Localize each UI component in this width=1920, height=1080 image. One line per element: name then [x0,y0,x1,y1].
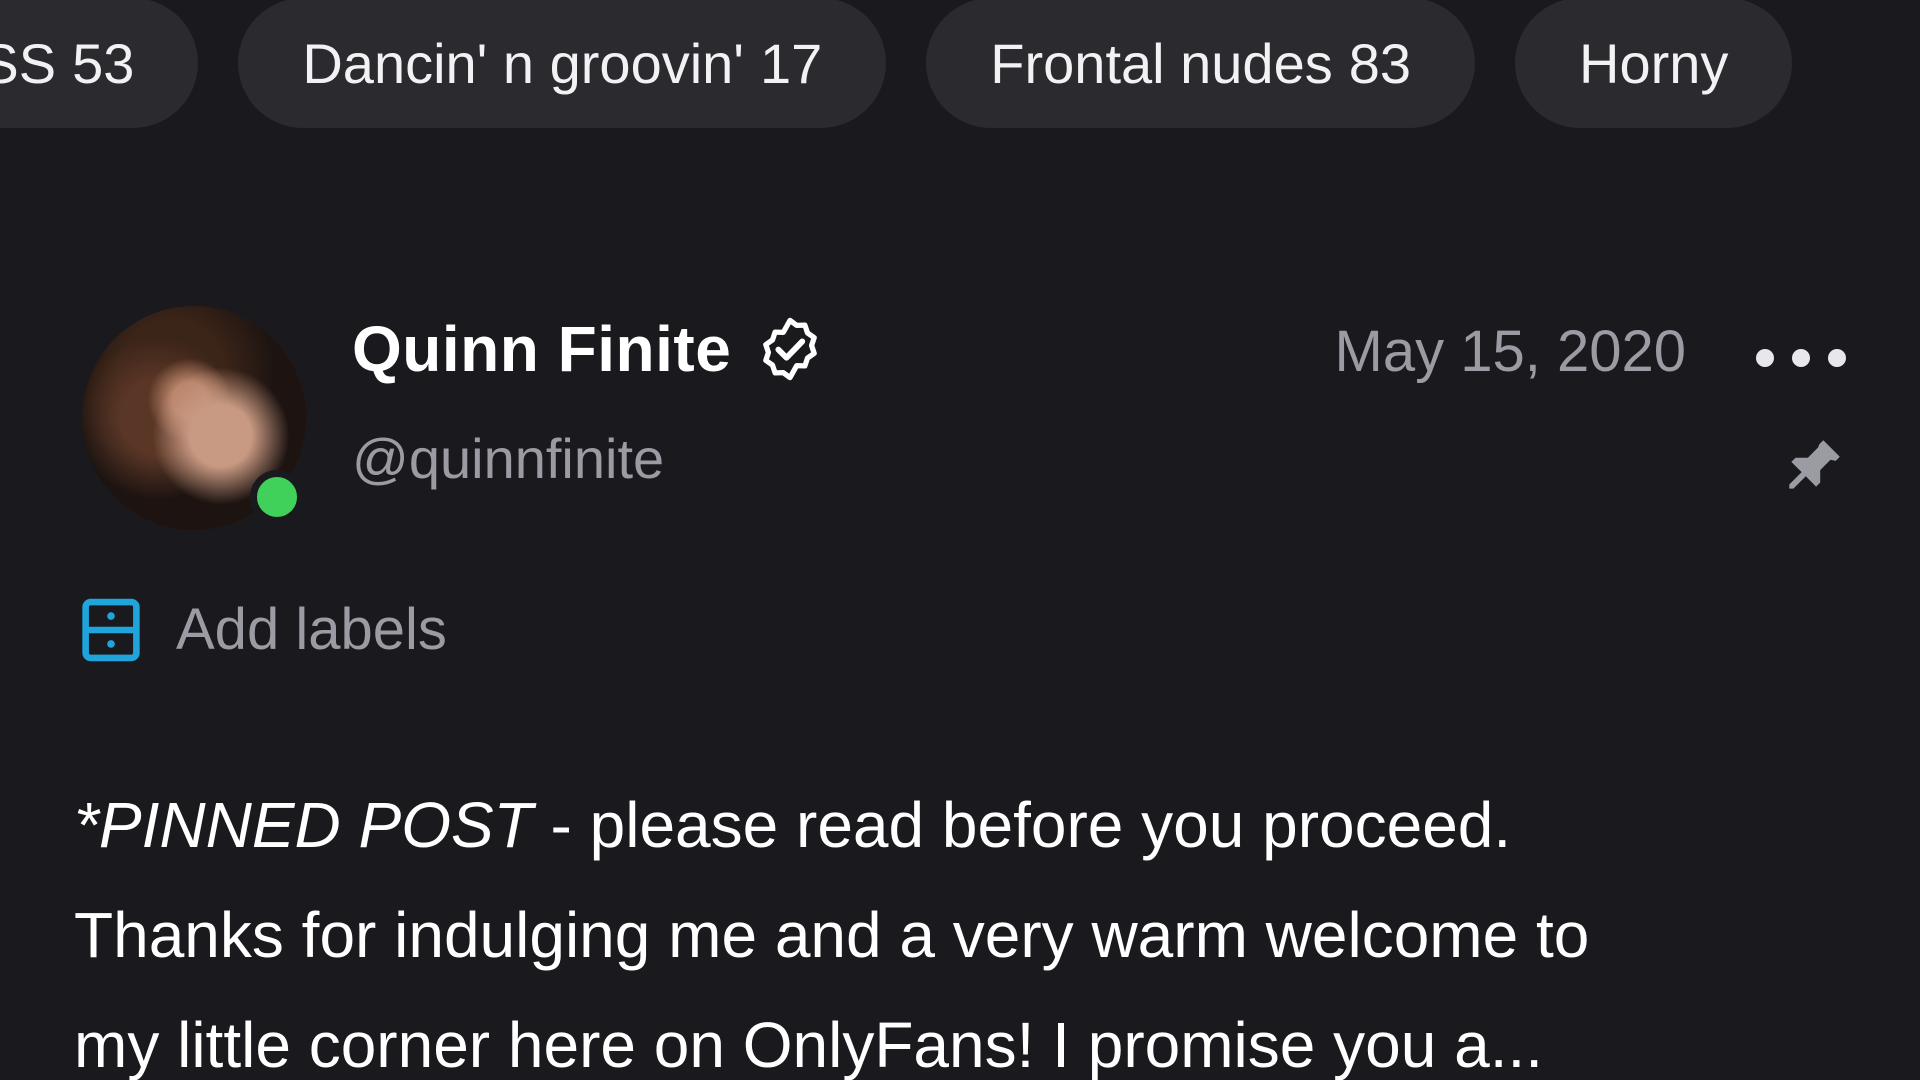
post-screen: ASS 53 Dancin' n groovin' 17 Frontal nud… [0,0,1920,1080]
dot [1792,349,1810,367]
author-name-row: Quinn Finite [352,312,825,386]
post-text-line: Thanks for indulging me and a very warm … [74,899,1590,971]
category-chip-dancin[interactable]: Dancin' n groovin' 17 [238,0,887,128]
pinned-post-label: *PINNED POST [74,789,533,861]
avatar[interactable] [82,306,306,530]
chip-label: Horny [1579,31,1729,95]
dot [1828,349,1846,367]
more-options-icon[interactable] [1756,338,1846,378]
chip-count: 83 [1348,31,1412,95]
add-labels-button[interactable]: Add labels [80,596,447,663]
post-text-line: my little corner here on OnlyFans! I pro… [74,1009,1544,1080]
category-chip-ass[interactable]: ASS 53 [0,0,199,128]
category-chip-horny[interactable]: Horny [1515,0,1793,128]
chip-label: Frontal nudes [990,31,1333,95]
author-name[interactable]: Quinn Finite [352,312,731,386]
chip-label: ASS [0,31,57,95]
chip-label: Dancin' n groovin' [302,31,744,95]
author-handle[interactable]: @quinnfinite [352,426,664,491]
online-status-indicator [250,470,304,524]
post-text: *PINNED POST - please read before you pr… [74,770,1874,1080]
add-labels-label: Add labels [176,597,447,662]
post-date: May 15, 2020 [1334,319,1686,384]
labels-icon [82,598,140,661]
dot [1756,349,1774,367]
post-text-fragment: - please read before you proceed. [532,789,1512,861]
verified-badge-icon [763,317,818,381]
pin-icon [1789,440,1840,489]
category-chips: ASS 53 Dancin' n groovin' 17 Frontal nud… [0,0,1793,130]
category-chip-frontal[interactable]: Frontal nudes 83 [926,0,1476,128]
chip-count: 53 [72,31,135,95]
chip-count: 17 [760,31,823,95]
post-text-line: *PINNED POST - please read before you pr… [74,770,1874,880]
